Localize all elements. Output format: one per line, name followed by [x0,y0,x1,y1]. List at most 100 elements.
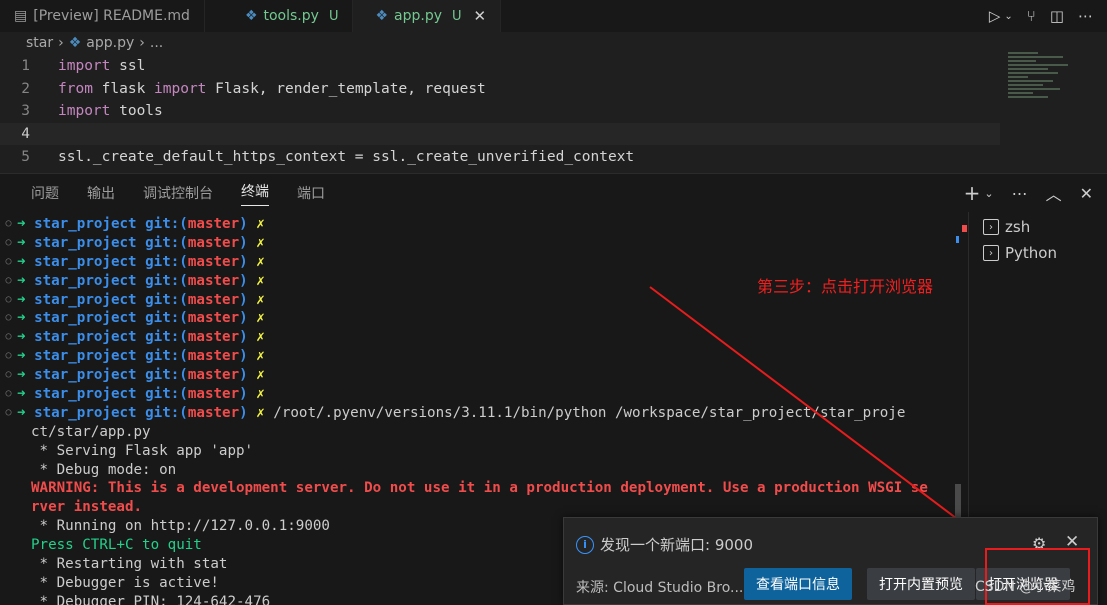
info-icon: i [576,535,594,554]
prompt-project: star_project [34,348,137,365]
breadcrumb-more[interactable]: ... [150,35,163,51]
info-marker [956,236,959,243]
tab-debug-console[interactable]: 调试控制台 [143,183,213,203]
prompt-git: git:( [145,272,188,289]
dirty-icon: ✗ [256,348,265,365]
prompt-git: git:( [145,367,188,384]
tab-terminal[interactable]: 终端 [241,181,269,206]
prompt-git: ) [239,310,248,327]
prompt-dot-icon: ○ [5,293,12,305]
notification-message: 发现一个新端口: 9000 [600,536,753,554]
prompt-project: star_project [34,272,137,289]
prompt-project: star_project [34,386,137,403]
prompt-dot-icon: ○ [5,388,12,400]
code-line: 2 from flask import Flask, render_templa… [0,78,1000,101]
chevron-down-icon[interactable]: ⌄ [1004,11,1012,22]
prompt-project: star_project [34,216,137,232]
line-number: 1 [21,58,30,75]
prompt-git: ) [239,404,248,421]
keyword: from [58,80,93,97]
prompt-branch: master [187,329,240,346]
code-line: 1 import ssl [0,55,1000,78]
prompt-git: ) [239,216,248,232]
tab-output[interactable]: 输出 [87,183,115,203]
code-text: ssl._create_default_https_context = ssl.… [58,148,635,165]
tab-ports[interactable]: 端口 [297,183,325,203]
prompt-arrow-icon: ➜ [17,367,26,384]
prompt-arrow-icon: ➜ [17,291,26,308]
prompt-git: git:( [145,216,188,232]
prompt-git: git:( [145,386,188,403]
tab-label: [Preview] README.md [33,8,190,24]
notification-message-row: i 发现一个新端口: 9000 [576,534,753,555]
prompt-arrow-icon: ➜ [17,310,26,327]
breadcrumb-file[interactable]: app.py [86,35,134,51]
prompt-dot-icon: ○ [5,331,12,343]
split-editor-icon[interactable]: ◫ [1050,7,1064,25]
maximize-panel-icon[interactable]: ︿ [1046,181,1062,205]
view-port-info-button[interactable]: 查看端口信息 [744,568,852,600]
prompt-arrow-icon: ➜ [17,329,26,346]
source-control-icon[interactable]: ⑂ [1027,7,1036,25]
prompt-dot-icon: ○ [5,236,12,248]
tab-problems[interactable]: 问题 [31,183,59,203]
terminal-line: ○ ➜ star_project git:(master) ✗ [0,347,962,366]
prompt-arrow-icon: ➜ [17,272,26,289]
close-panel-icon[interactable]: ✕ [1080,184,1093,203]
terminal-item-python[interactable]: › Python [969,240,1107,266]
prompt-arrow-icon: ➜ [17,404,26,421]
run-icon[interactable]: ▷ [989,7,1001,25]
prompt-git: ) [239,272,248,289]
prompt-project: star_project [34,310,137,327]
line-number: 2 [21,80,30,97]
open-preview-button[interactable]: 打开内置预览 [867,568,975,600]
prompt-branch: master [187,404,240,421]
terminal-output-line: * Debug mode: on [31,461,177,478]
code-text: tools [110,103,163,120]
terminal-line: ○ ➜ star_project git:(master) ✗ [0,253,962,272]
terminal-line: ○ ➜ star_project git:(master) ✗ [0,309,962,328]
prompt-project: star_project [34,234,137,251]
breadcrumb-folder[interactable]: star [26,35,53,51]
breadcrumb: star › ❖ app.py › ... [0,32,1107,54]
more-actions-icon[interactable]: ⋯ [1078,7,1093,25]
terminal-icon: › [983,245,999,261]
prompt-dot-icon: ○ [5,369,12,381]
terminal-item-zsh[interactable]: › zsh [969,214,1107,240]
dirty-icon: ✗ [256,216,265,232]
prompt-dot-icon: ○ [5,274,12,286]
close-tab-icon[interactable]: ✕ [474,7,487,25]
chevron-down-icon[interactable]: ⌄ [984,187,993,200]
prompt-arrow-icon: ➜ [17,234,26,251]
more-actions-icon[interactable]: ⋯ [1012,184,1028,203]
prompt-git: git:( [145,329,188,346]
prompt-project: star_project [34,367,137,384]
prompt-branch: master [187,386,240,403]
terminal-line: ○ ➜ star_project git:(master) ✗ [0,234,962,253]
prompt-git: ) [239,234,248,251]
tab-label: tools.py [263,8,319,24]
code-editor[interactable]: 1 import ssl 2 from flask import Flask, … [0,55,1000,170]
minimap[interactable] [1008,52,1073,112]
tab-app-py[interactable]: ❖ app.py U ✕ [353,0,502,32]
chevron-right-icon: › [58,35,64,51]
tab-tools-py[interactable]: ❖ tools.py U [205,0,354,32]
prompt-git: git:( [145,291,188,308]
modified-badge: U [452,8,462,24]
prompt-arrow-icon: ➜ [17,253,26,270]
dirty-icon: ✗ [256,234,265,251]
tutorial-annotation: 第三步：点击打开浏览器 [757,277,934,296]
dirty-icon: ✗ [256,272,265,289]
prompt-branch: master [187,216,240,232]
keyword: import [58,58,111,75]
code-text: Flask, render_template, request [206,80,486,97]
prompt-arrow-icon: ➜ [17,348,26,365]
line-number: 5 [21,148,30,165]
prompt-git: git:( [145,234,188,251]
terminal-output-line: * Serving Flask app 'app' [31,442,254,459]
terminal-output-line: WARNING: This is a development server. D… [31,480,928,497]
prompt-project: star_project [34,404,137,421]
add-terminal-icon[interactable]: + [964,181,981,205]
terminal-line: ○ ➜ star_project git:(master) ✗ [0,328,962,347]
tab-readme-preview[interactable]: ▤ [Preview] README.md [0,0,205,32]
